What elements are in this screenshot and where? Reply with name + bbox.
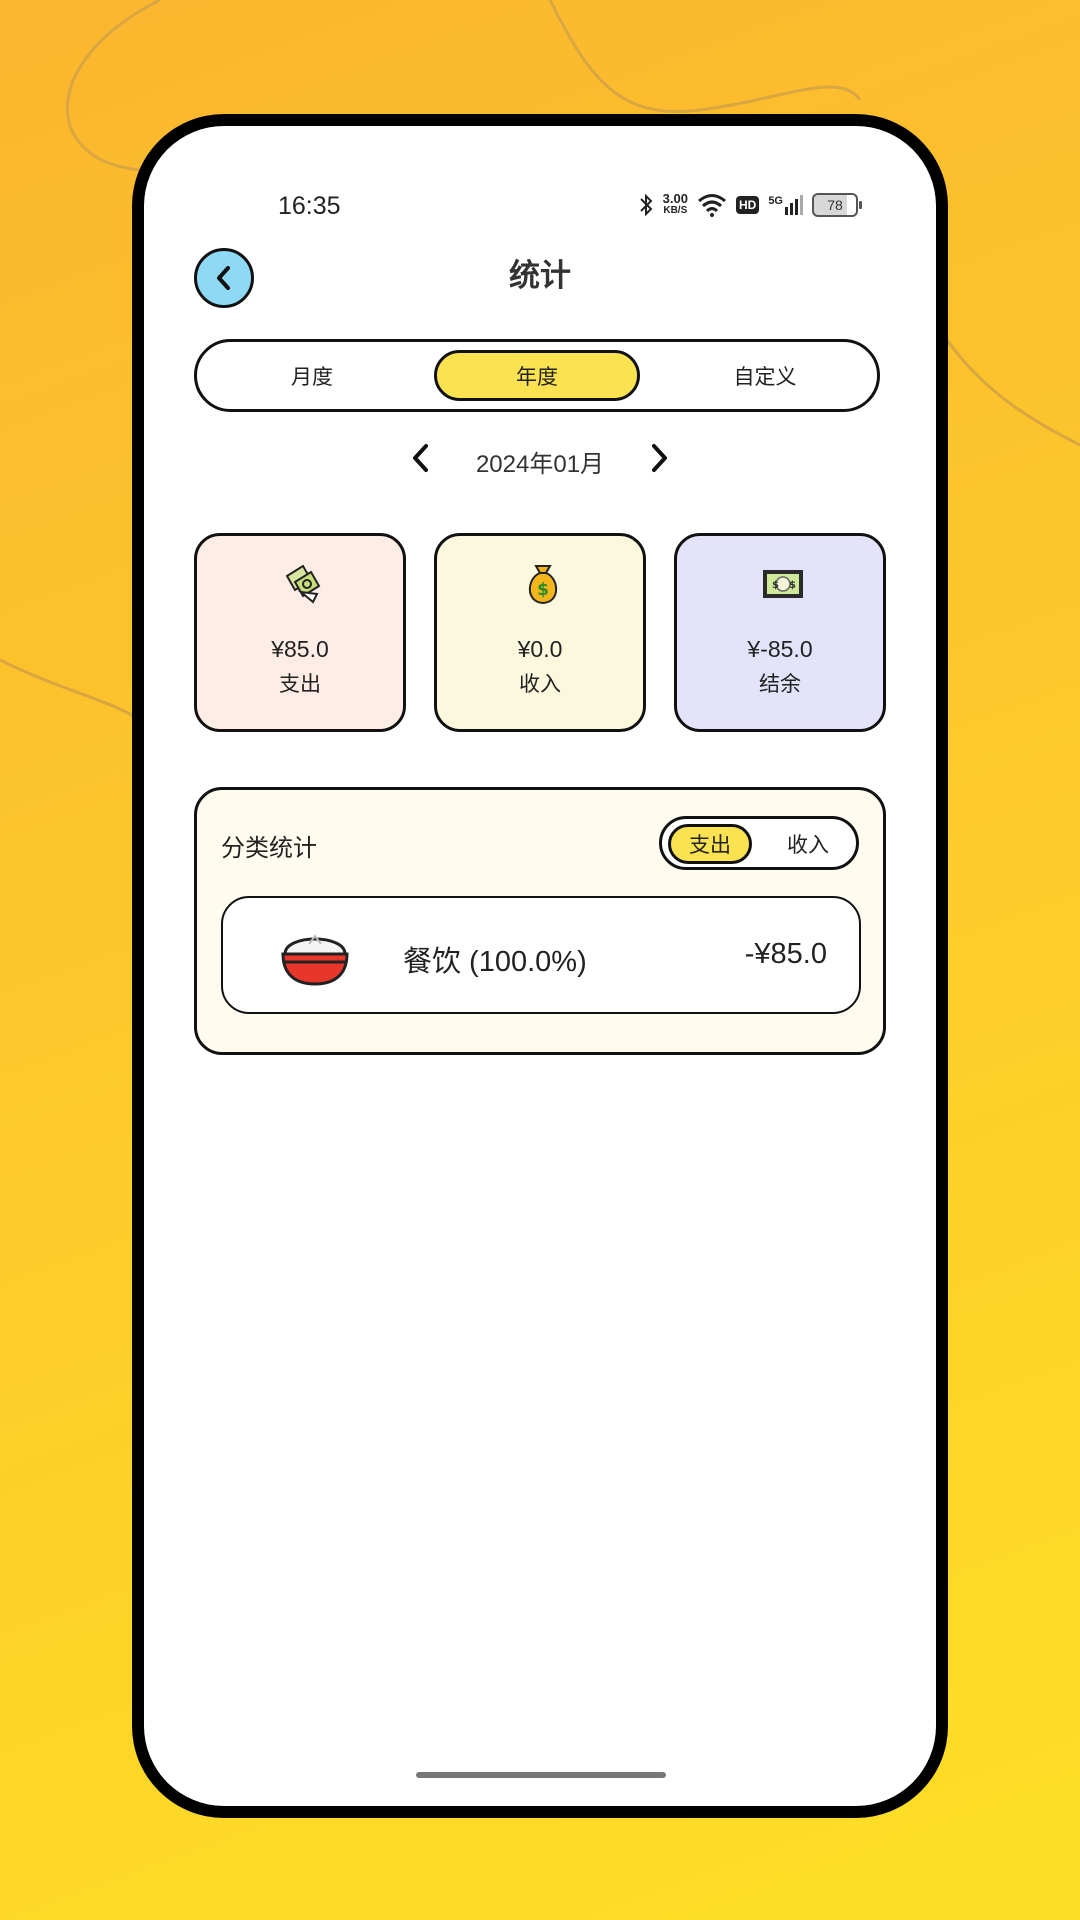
expense-label: 支出	[279, 673, 321, 696]
income-card[interactable]: $ ¥0.0 收入	[434, 533, 646, 732]
status-bar: 16:35 3.00 KB/S HD 5G 78	[144, 126, 936, 226]
svg-text:$: $	[789, 580, 796, 591]
category-stats-panel: 分类统计 支出 收入 餐饮 (100.0%) -¥85.0	[194, 787, 886, 1055]
toggle-income[interactable]: 收入	[766, 824, 850, 864]
bluetooth-icon	[639, 193, 653, 217]
list-item[interactable]: 餐饮 (100.0%) -¥85.0	[221, 896, 861, 1014]
income-amount: ¥0.0	[517, 636, 563, 662]
network-speed-unit: KB/S	[663, 205, 688, 216]
hd-icon: HD	[735, 196, 760, 214]
app-screen: 16:35 3.00 KB/S HD 5G 78 统计 月度 年度 自定义 20…	[144, 126, 936, 1806]
date-label: 2024年01月	[475, 451, 605, 478]
next-month-button[interactable]	[644, 442, 674, 474]
expense-amount: ¥85.0	[271, 636, 329, 662]
phone-frame: 16:35 3.00 KB/S HD 5G 78 统计 月度 年度 自定义 20…	[132, 114, 948, 1818]
balance-amount: ¥-85.0	[747, 636, 813, 662]
tab-monthly[interactable]: 月度	[209, 350, 415, 401]
home-indicator[interactable]	[416, 1772, 666, 1778]
date-navigator: 2024年01月	[144, 432, 936, 482]
balance-card[interactable]: $ $ ¥-85.0 结余	[674, 533, 886, 732]
period-tabs: 月度 年度 自定义	[194, 339, 880, 412]
network-speed-value: 3.00	[662, 191, 688, 206]
category-stats-title: 分类统计	[221, 835, 317, 862]
balance-label: 结余	[759, 673, 801, 696]
status-icons: 3.00 KB/S HD 5G 78	[638, 191, 862, 218]
tab-custom[interactable]: 自定义	[662, 350, 868, 401]
svg-text:$: $	[537, 580, 549, 600]
wifi-icon	[698, 194, 726, 217]
category-amount: -¥85.0	[744, 938, 827, 970]
money-bag-icon: $	[528, 565, 558, 605]
signal-5g-icon: 5G	[768, 195, 803, 215]
tab-yearly[interactable]: 年度	[434, 350, 640, 401]
page-title: 统计	[509, 258, 571, 293]
expense-income-toggle: 支出 收入	[659, 816, 859, 870]
signal-label: 5G	[768, 195, 783, 207]
category-name: 餐饮 (100.0%)	[403, 946, 587, 978]
svg-text:$: $	[772, 580, 779, 591]
banknote-icon: $ $	[763, 570, 803, 598]
status-time: 16:35	[278, 192, 341, 220]
money-wings-icon	[285, 564, 321, 604]
toggle-expense[interactable]: 支出	[668, 824, 752, 864]
expense-card[interactable]: ¥85.0 支出	[194, 533, 406, 732]
battery-icon: 78	[812, 193, 862, 217]
network-speed: 3.00 KB/S	[662, 191, 688, 217]
rice-bowl-icon	[281, 934, 349, 986]
battery-level: 78	[827, 197, 843, 213]
income-label: 收入	[519, 673, 561, 696]
